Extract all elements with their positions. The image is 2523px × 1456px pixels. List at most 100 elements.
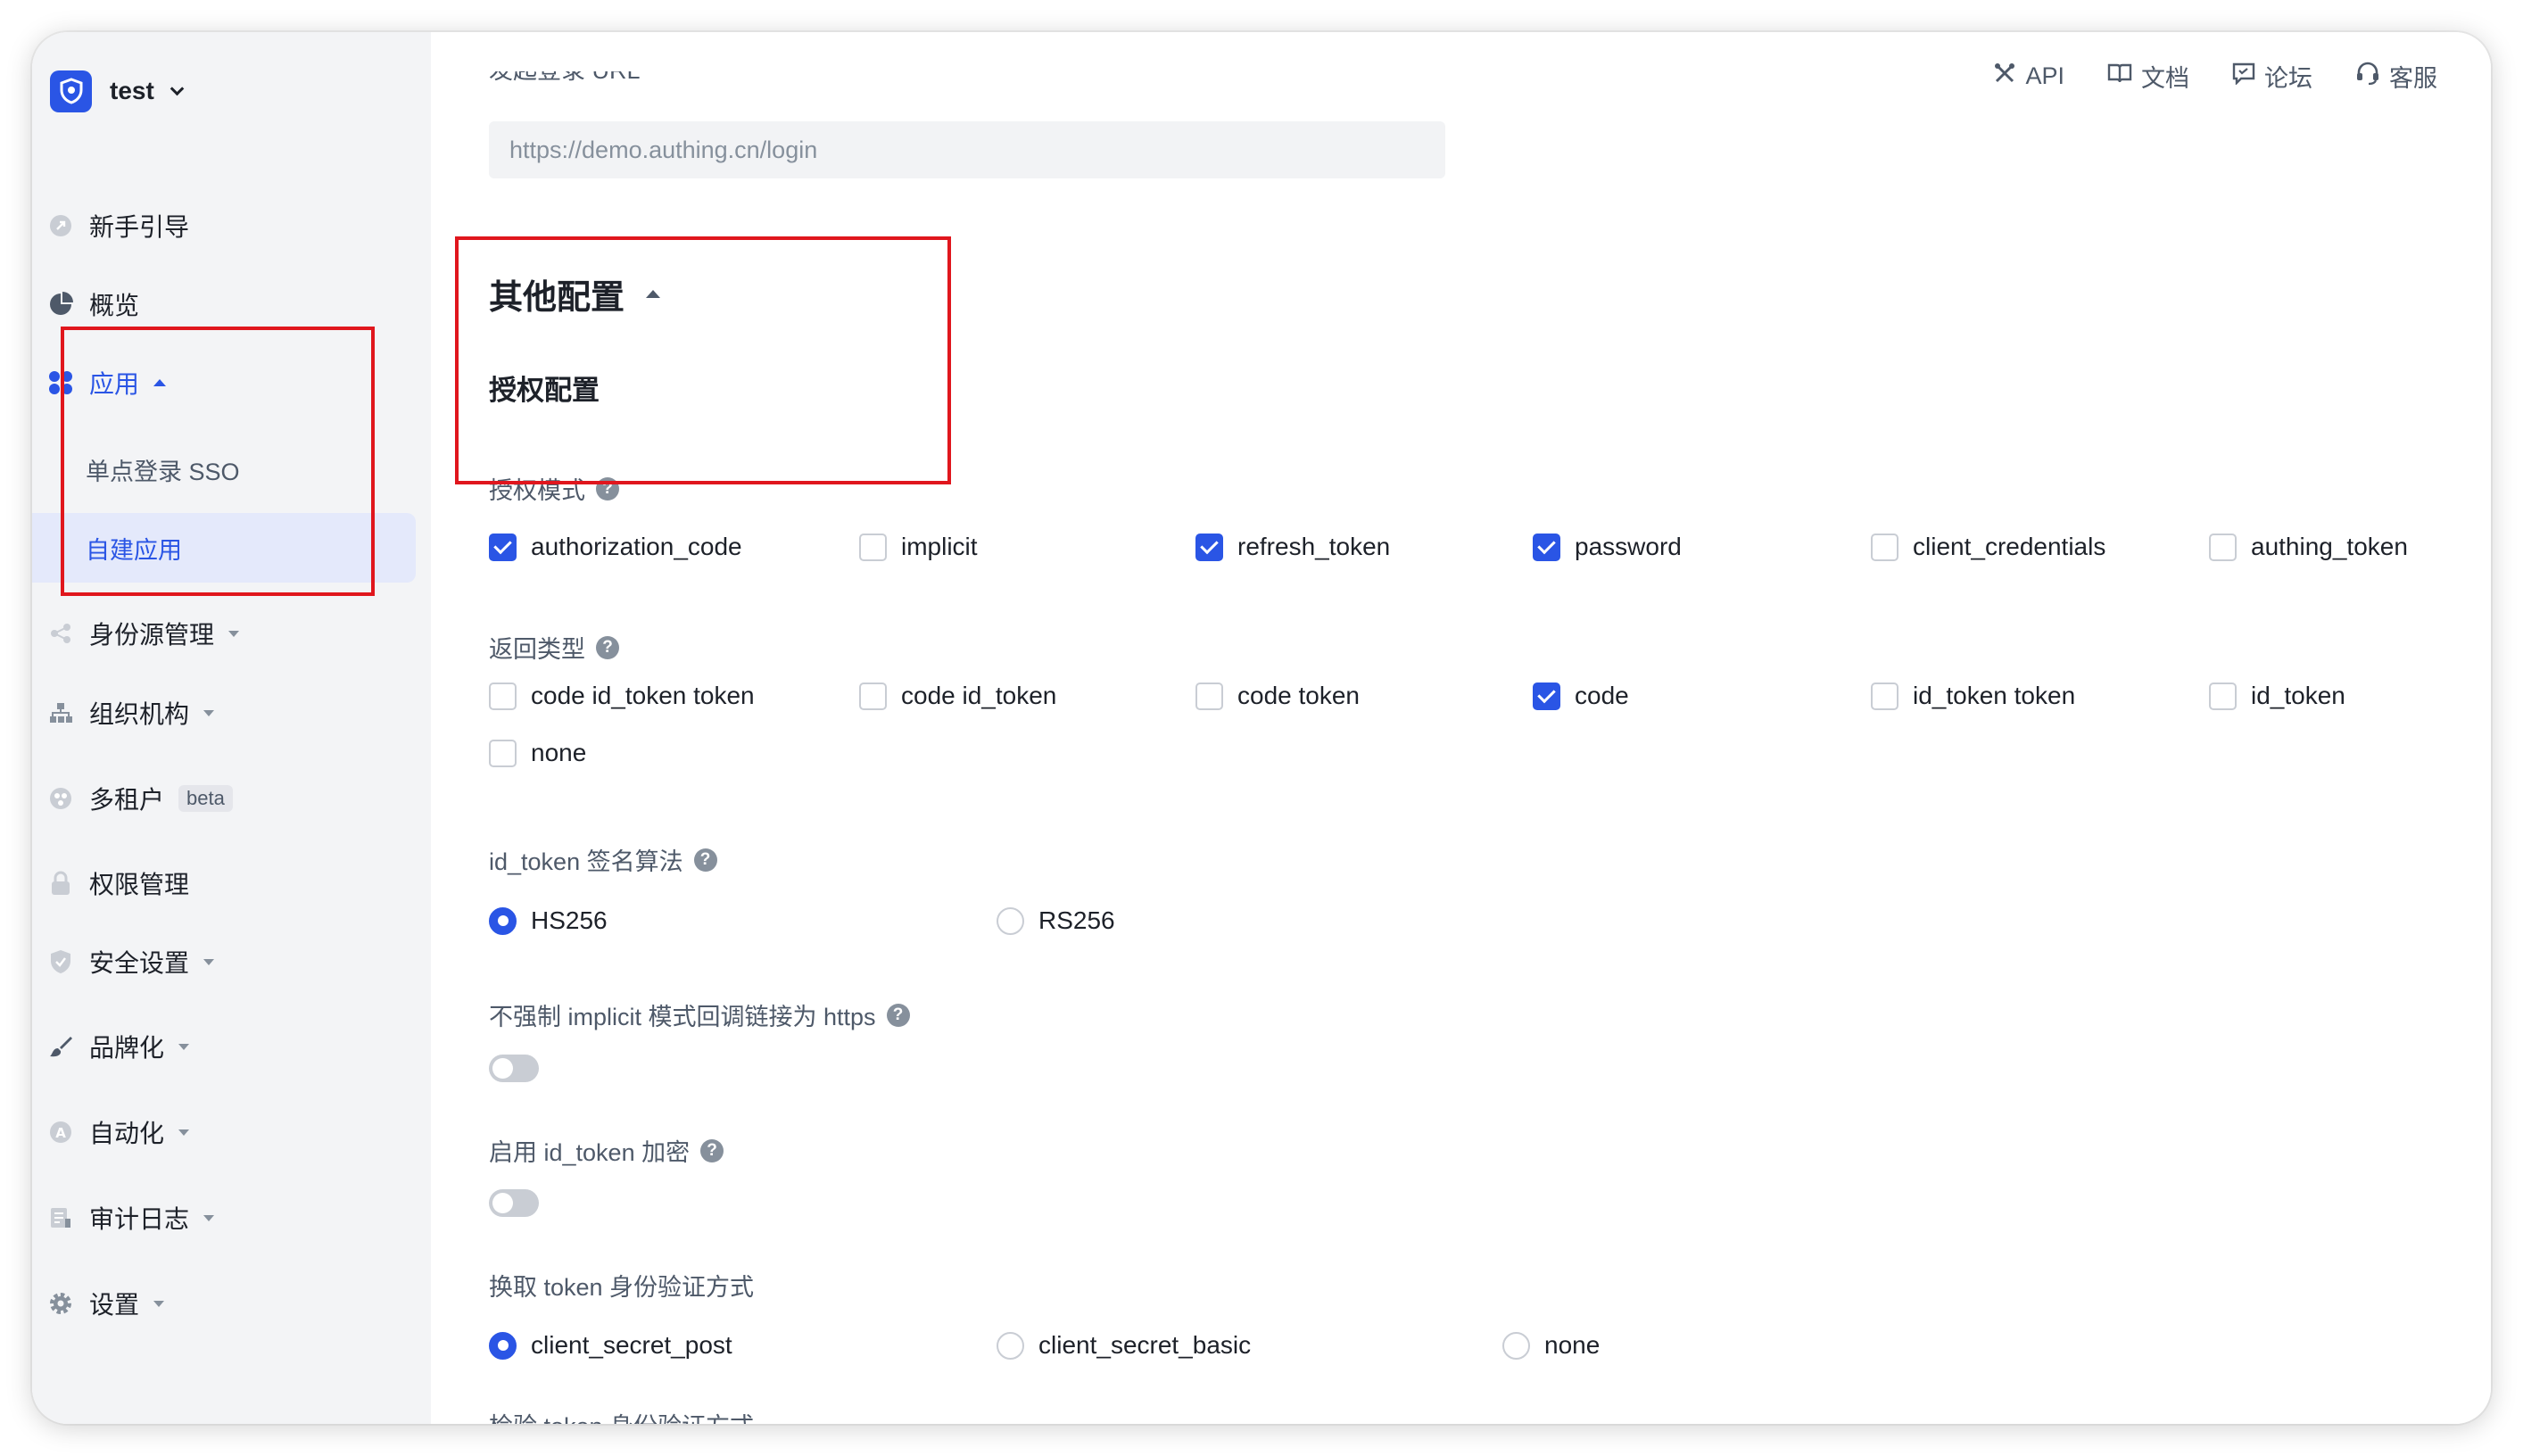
- api-link[interactable]: API: [1993, 62, 2064, 91]
- response-id-token-token-checkbox[interactable]: id_token token: [1871, 682, 2075, 710]
- radio-icon: [997, 1331, 1024, 1360]
- apps-icon: [48, 370, 73, 395]
- support-link[interactable]: 客服: [2355, 59, 2437, 94]
- implicit-https-label: 不强制 implicit 模式回调链接为 https ?: [489, 997, 910, 1032]
- response-code-token-checkbox[interactable]: code token: [1195, 682, 1360, 710]
- sidebar-item-security[interactable]: 安全设置: [32, 935, 416, 989]
- api-tools-icon: [1993, 62, 2016, 91]
- option-label: authing_token: [2251, 533, 2408, 560]
- sidebar-item-organization[interactable]: 组织机构: [32, 686, 416, 740]
- sidebar-item-branding-text: 品牌化: [89, 1034, 165, 1062]
- sidebar-item-identity-sources[interactable]: 身份源管理: [32, 607, 416, 660]
- id-token-alg-label: id_token 签名算法 ?: [489, 842, 717, 877]
- grant-implicit-checkbox[interactable]: implicit: [859, 533, 978, 561]
- checkbox-icon: [1871, 533, 1898, 561]
- tenants-icon: [48, 786, 73, 811]
- id-token-encrypt-label-text: 启用 id_token 加密: [489, 1139, 691, 1166]
- chevron-down-icon: [170, 81, 185, 95]
- sidebar-item-identity-text: 身份源管理: [89, 621, 215, 649]
- org-tree-icon: [48, 700, 73, 725]
- auth-client-secret-basic-radio[interactable]: client_secret_basic: [997, 1331, 1251, 1360]
- sidebar-item-label: 组织机构: [89, 695, 215, 731]
- sidebar-item-settings[interactable]: 设置: [32, 1277, 416, 1330]
- sidebar-item-security-text: 安全设置: [89, 949, 190, 977]
- response-none-checkbox[interactable]: none: [489, 739, 586, 767]
- grant-types-label-text: 授权模式: [489, 477, 585, 504]
- forum-icon: [2232, 62, 2255, 91]
- response-code-id-token-token-checkbox[interactable]: code id_token token: [489, 682, 755, 710]
- response-types-label: 返回类型 ?: [489, 630, 619, 665]
- docs-link[interactable]: 文档: [2107, 59, 2189, 94]
- shield-icon: [48, 949, 73, 974]
- alg-hs256-radio[interactable]: HS256: [489, 906, 608, 935]
- help-icon[interactable]: ?: [596, 635, 619, 659]
- response-id-token-checkbox[interactable]: id_token: [2209, 682, 2345, 710]
- help-icon[interactable]: ?: [886, 1003, 910, 1027]
- checkbox-icon: [2209, 682, 2237, 710]
- sidebar-subitem-self-built-apps[interactable]: 自建应用: [32, 513, 416, 583]
- help-icon[interactable]: ?: [693, 848, 717, 872]
- grant-authorization-code-checkbox[interactable]: authorization_code: [489, 533, 742, 561]
- option-label: code: [1575, 682, 1629, 709]
- auth-client-secret-post-radio[interactable]: client_secret_post: [489, 1331, 732, 1360]
- option-label: id_token token: [1913, 682, 2076, 709]
- login-url-input[interactable]: [489, 121, 1445, 178]
- forum-link-label: 论坛: [2264, 64, 2312, 92]
- support-link-label: 客服: [2389, 64, 2437, 92]
- svg-text:A: A: [55, 1125, 66, 1141]
- sidebar-item-label: 新手引导: [89, 213, 190, 241]
- option-label: RS256: [1038, 906, 1115, 934]
- other-config-section-header[interactable]: 其他配置: [489, 269, 661, 318]
- help-icon[interactable]: ?: [596, 476, 619, 500]
- introspection-auth-method-label-text: 检验 token 身份验证方式: [489, 1407, 754, 1424]
- tenant-switcher[interactable]: test: [50, 64, 185, 118]
- share-icon: [48, 621, 73, 646]
- grant-client-credentials-checkbox[interactable]: client_credentials: [1871, 533, 2105, 561]
- alg-rs256-radio[interactable]: RS256: [997, 906, 1115, 935]
- sidebar-item-automation-text: 自动化: [89, 1120, 165, 1147]
- login-url-label: 发起登录 URL: [489, 71, 641, 95]
- sidebar-item-audit-log[interactable]: 审计日志: [32, 1191, 416, 1245]
- sidebar-item-onboarding[interactable]: 新手引导: [32, 199, 416, 252]
- sidebar-item-branding[interactable]: 品牌化: [32, 1020, 416, 1073]
- grant-authing-token-checkbox[interactable]: authing_token: [2209, 533, 2408, 561]
- sidebar-subitem-sso[interactable]: 单点登录 SSO: [32, 434, 416, 504]
- forum-link[interactable]: 论坛: [2232, 59, 2312, 94]
- checkbox-icon: [2209, 533, 2237, 561]
- response-code-id-token-checkbox[interactable]: code id_token: [859, 682, 1056, 710]
- option-label: none: [1544, 1331, 1601, 1359]
- sidebar-item-label: 自动化: [89, 1114, 190, 1150]
- checkbox-icon: [859, 533, 887, 561]
- sidebar-item-label: 多租户 beta: [89, 781, 233, 816]
- grant-password-checkbox[interactable]: password: [1533, 533, 1682, 561]
- grant-refresh-token-checkbox[interactable]: refresh_token: [1195, 533, 1390, 561]
- option-label: code token: [1237, 682, 1360, 709]
- sidebar-item-apps-text: 应用: [89, 370, 140, 398]
- sidebar-item-permissions[interactable]: 权限管理: [32, 856, 416, 910]
- sidebar-item-apps[interactable]: 应用: [32, 356, 416, 410]
- caret-down-icon: [203, 958, 215, 965]
- sidebar-item-label: 权限管理: [89, 871, 190, 898]
- auth-none-radio[interactable]: none: [1502, 1331, 1600, 1360]
- id-token-encrypt-switch[interactable]: [489, 1189, 539, 1217]
- checkbox-icon: [489, 739, 517, 767]
- sidebar-item-audit-text: 审计日志: [89, 1205, 190, 1233]
- sidebar-item-label: 身份源管理: [89, 616, 240, 651]
- response-code-checkbox[interactable]: code: [1533, 682, 1629, 710]
- book-icon: [2107, 62, 2132, 90]
- log-icon: [48, 1205, 73, 1230]
- beta-badge: beta: [178, 785, 233, 812]
- sidebar-item-multi-tenant[interactable]: 多租户 beta: [32, 772, 416, 825]
- sidebar-item-label: 概览: [89, 292, 140, 319]
- api-link-label: API: [2025, 62, 2064, 89]
- help-icon[interactable]: ?: [700, 1138, 724, 1162]
- headset-icon: [2355, 61, 2380, 92]
- option-label: id_token: [2251, 682, 2345, 709]
- implicit-https-switch[interactable]: [489, 1055, 539, 1082]
- sidebar-item-overview[interactable]: 概览: [32, 277, 416, 331]
- brush-icon: [48, 1034, 73, 1059]
- caret-down-icon: [203, 1214, 215, 1221]
- radio-checked-icon: [489, 906, 517, 935]
- sidebar-item-automation[interactable]: A 自动化: [32, 1105, 416, 1159]
- caret-down-icon: [203, 709, 215, 716]
